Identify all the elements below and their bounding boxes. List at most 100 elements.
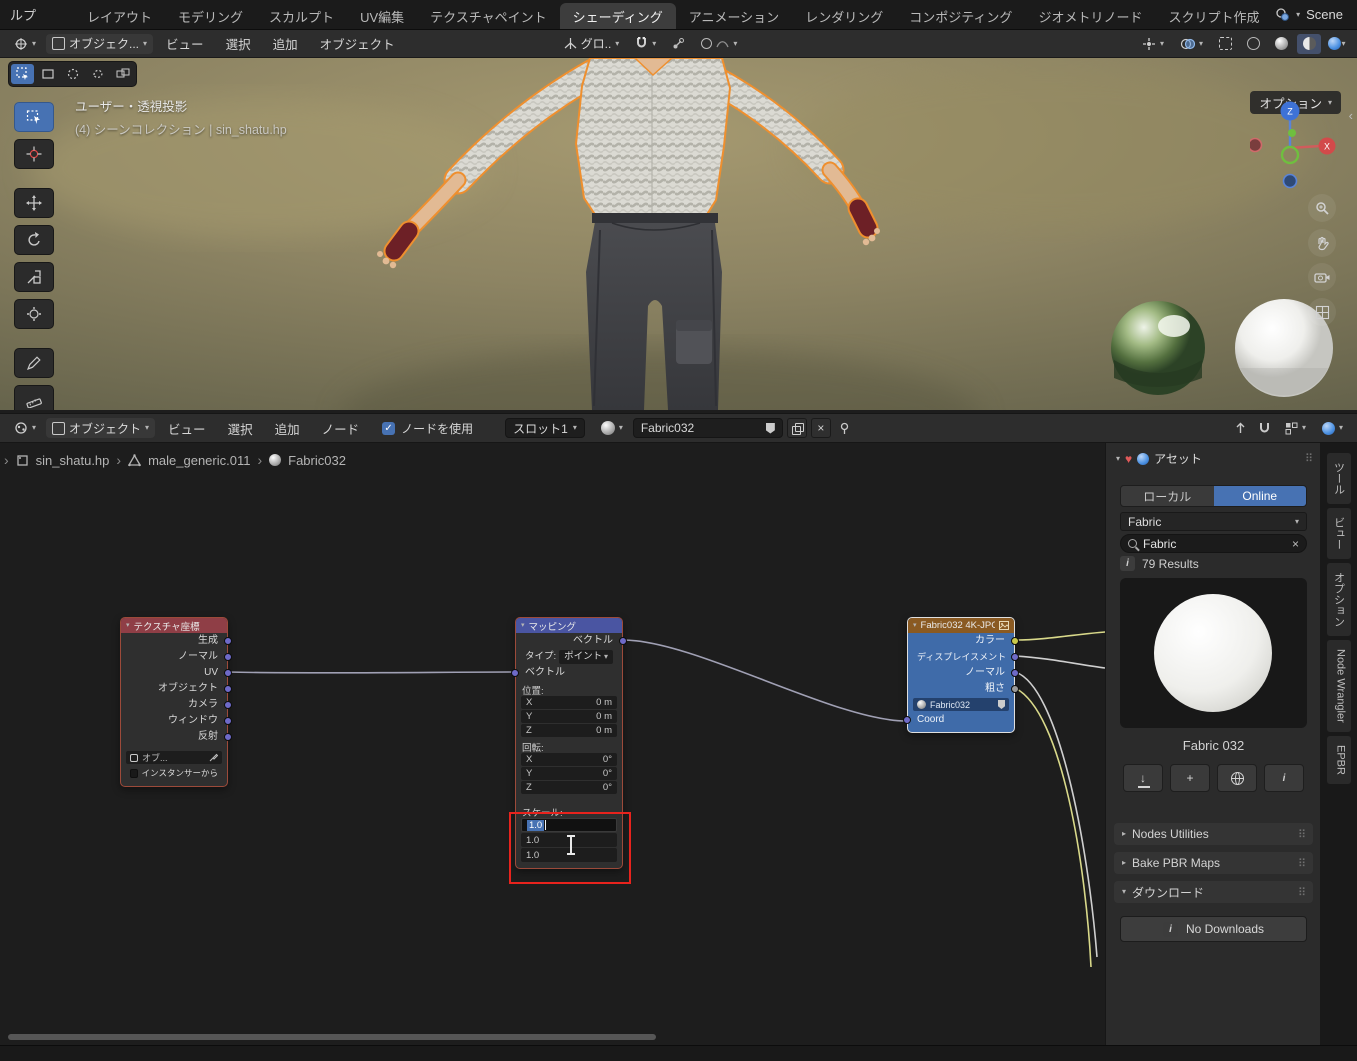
asset-search-field[interactable]: ×	[1120, 534, 1307, 553]
socket-generated[interactable]: 生成	[121, 633, 227, 649]
use-nodes-toggle[interactable]: ✓ ノードを使用	[382, 420, 473, 437]
pin-button[interactable]	[835, 418, 855, 438]
shader-snap-dropdown[interactable]: ▾	[1279, 418, 1312, 438]
viewport-editor-type-button[interactable]: ▾	[8, 34, 42, 54]
add-asset-button[interactable]: +	[1170, 764, 1210, 792]
tab-local[interactable]: ローカル	[1121, 486, 1214, 506]
shader-overlays-dropdown[interactable]: ▾	[1316, 418, 1349, 438]
socket-reflection[interactable]: 反射	[121, 729, 227, 745]
location-x-slider[interactable]: X0 m	[521, 696, 617, 709]
ortho-grid-button[interactable]	[1308, 298, 1336, 326]
tool-rotate[interactable]	[14, 225, 54, 255]
breadcrumb-mesh[interactable]: male_generic.011	[148, 453, 250, 468]
new-material-button[interactable]	[787, 418, 807, 438]
shader-menu-add[interactable]: 追加	[266, 419, 309, 438]
shader-mode-dropdown[interactable]: オブジェクト ▾	[46, 418, 155, 438]
tool-move[interactable]	[14, 188, 54, 218]
sidebar-collapse-icon[interactable]: ‹	[1349, 108, 1353, 123]
scene-caret-icon[interactable]: ▾	[1296, 11, 1300, 19]
menu-view[interactable]: ビュー	[157, 34, 213, 53]
socket-camera[interactable]: カメラ	[121, 697, 227, 713]
zoom-button[interactable]	[1308, 194, 1336, 222]
node-fabric-header[interactable]: ▾ Fabric032 4K-JPG	[908, 618, 1014, 633]
socket-window[interactable]: ウィンドウ	[121, 713, 227, 729]
select-mode-lasso-button[interactable]	[86, 64, 109, 84]
from-instancer-checkbox[interactable]	[130, 769, 138, 778]
section-download[interactable]: ▾ ダウンロード ⠿	[1114, 881, 1313, 903]
search-input[interactable]	[1143, 537, 1273, 551]
breadcrumb-object[interactable]: sin_shatu.hp	[36, 453, 110, 468]
shader-menu-node[interactable]: ノード	[313, 419, 369, 438]
workspace-tab-shading[interactable]: シェーディング	[560, 3, 676, 29]
unlink-material-button[interactable]: ×	[811, 418, 831, 438]
tool-select-box[interactable]	[14, 102, 54, 132]
download-asset-button[interactable]: ↓	[1123, 764, 1163, 792]
tab-node-wrangler[interactable]: Node Wrangler	[1327, 640, 1351, 732]
workspace-tab-compositing[interactable]: コンポジティング	[896, 3, 1025, 29]
workspace-tab-layout[interactable]: レイアウト	[74, 3, 165, 29]
section-nodes-utilities[interactable]: ▸ Nodes Utilities ⠿	[1114, 823, 1313, 845]
clear-search-icon[interactable]: ×	[1292, 537, 1299, 551]
node-texcoord-header[interactable]: ▾ テクスチャ座標	[121, 618, 227, 633]
material-name-field[interactable]: Fabric032	[633, 418, 783, 438]
mode-dropdown[interactable]: オブジェク... ▾	[46, 34, 153, 54]
workspace-tab-animation[interactable]: アニメーション	[676, 3, 792, 29]
scale-z-field[interactable]: 1.0	[521, 848, 617, 862]
panel-grip-icon[interactable]: ⠿	[1305, 452, 1312, 465]
socket-coord-in[interactable]: Coord	[908, 712, 1014, 728]
location-z-slider[interactable]: Z0 m	[521, 724, 617, 737]
scene-name[interactable]: Scene	[1306, 7, 1343, 22]
breadcrumb-material[interactable]: Fabric032	[288, 453, 346, 468]
workspace-tab-sculpting[interactable]: スカルプト	[256, 3, 347, 29]
tool-measure[interactable]	[14, 385, 54, 410]
mapping-type-dropdown[interactable]: ポイント ▾	[559, 650, 613, 664]
node-texture-coordinate[interactable]: ▾ テクスチャ座標 生成 ノーマル UV オブジェクト カメラ ウィンドウ 反射…	[120, 617, 228, 787]
shading-solid-button[interactable]	[1269, 34, 1293, 54]
shader-menu-view[interactable]: ビュー	[159, 419, 215, 438]
socket-normal[interactable]: ノーマル	[121, 649, 227, 665]
node-fabric-image[interactable]: ▾ Fabric032 4K-JPG カラー ディスプレイスメント ノーマル 粗…	[907, 617, 1015, 733]
no-downloads-button[interactable]: i No Downloads	[1120, 916, 1307, 942]
category-dropdown[interactable]: Fabric ▾	[1120, 512, 1307, 531]
use-nodes-checkbox[interactable]: ✓	[382, 422, 395, 435]
menu-select[interactable]: 選択	[217, 34, 260, 53]
menu-help[interactable]: ルプ	[0, 5, 46, 24]
pan-hand-button[interactable]	[1308, 229, 1336, 257]
tab-online[interactable]: Online	[1214, 486, 1307, 506]
node-mapping-header[interactable]: ▾ マッピング	[516, 618, 622, 633]
camera-view-button[interactable]	[1308, 263, 1336, 291]
fake-user-shield-icon[interactable]	[766, 423, 775, 434]
shading-rendered-button[interactable]: ▾	[1325, 34, 1349, 54]
image-selector-field[interactable]: Fabric032	[913, 698, 1009, 711]
rotation-x-slider[interactable]: X0°	[521, 753, 617, 766]
socket-roughness[interactable]: 粗さ	[908, 681, 1014, 697]
slot-dropdown[interactable]: スロット1 ▾	[505, 418, 585, 438]
rotation-y-slider[interactable]: Y0°	[521, 767, 617, 780]
select-mode-box-button[interactable]	[36, 64, 59, 84]
tab-view[interactable]: ビュー	[1327, 508, 1351, 559]
workspace-tab-geonodes[interactable]: ジオメトリノード	[1025, 3, 1155, 29]
shader-editor-type-button[interactable]: ▾	[8, 418, 42, 438]
eyedropper-icon[interactable]	[209, 753, 218, 762]
shading-material-button[interactable]	[1297, 34, 1321, 54]
shader-snap-button[interactable]	[1255, 418, 1275, 438]
image-fake-user-icon[interactable]	[998, 700, 1005, 709]
tool-transform[interactable]	[14, 299, 54, 329]
shading-wireframe-button[interactable]	[1241, 34, 1265, 54]
navigation-gizmo[interactable]: Z X	[1250, 98, 1336, 193]
overlays-dropdown[interactable]: ▾	[1174, 34, 1209, 54]
node-editor[interactable]: › sin_shatu.hp › male_generic.011 › Fabr…	[0, 443, 1105, 1045]
object-selector-field[interactable]: オブ...	[126, 751, 222, 764]
horizontal-scrollbar[interactable]	[8, 1034, 656, 1040]
asset-preview[interactable]	[1120, 578, 1307, 728]
workspace-tab-rendering[interactable]: レンダリング	[792, 3, 896, 29]
editor-fullscreen-button[interactable]	[1231, 418, 1251, 438]
workspace-tab-texpaint[interactable]: テクスチャペイント	[417, 3, 559, 29]
menu-object[interactable]: オブジェクト	[311, 34, 404, 53]
scene-selector[interactable]: ▾ Scene	[1275, 7, 1357, 22]
select-mode-tweak-button[interactable]	[11, 64, 34, 84]
socket-color[interactable]: カラー	[908, 633, 1014, 649]
scale-x-field-editing[interactable]: 1.0	[521, 818, 617, 832]
workspace-tab-uv[interactable]: UV編集	[347, 3, 417, 29]
shader-menu-select[interactable]: 選択	[219, 419, 262, 438]
